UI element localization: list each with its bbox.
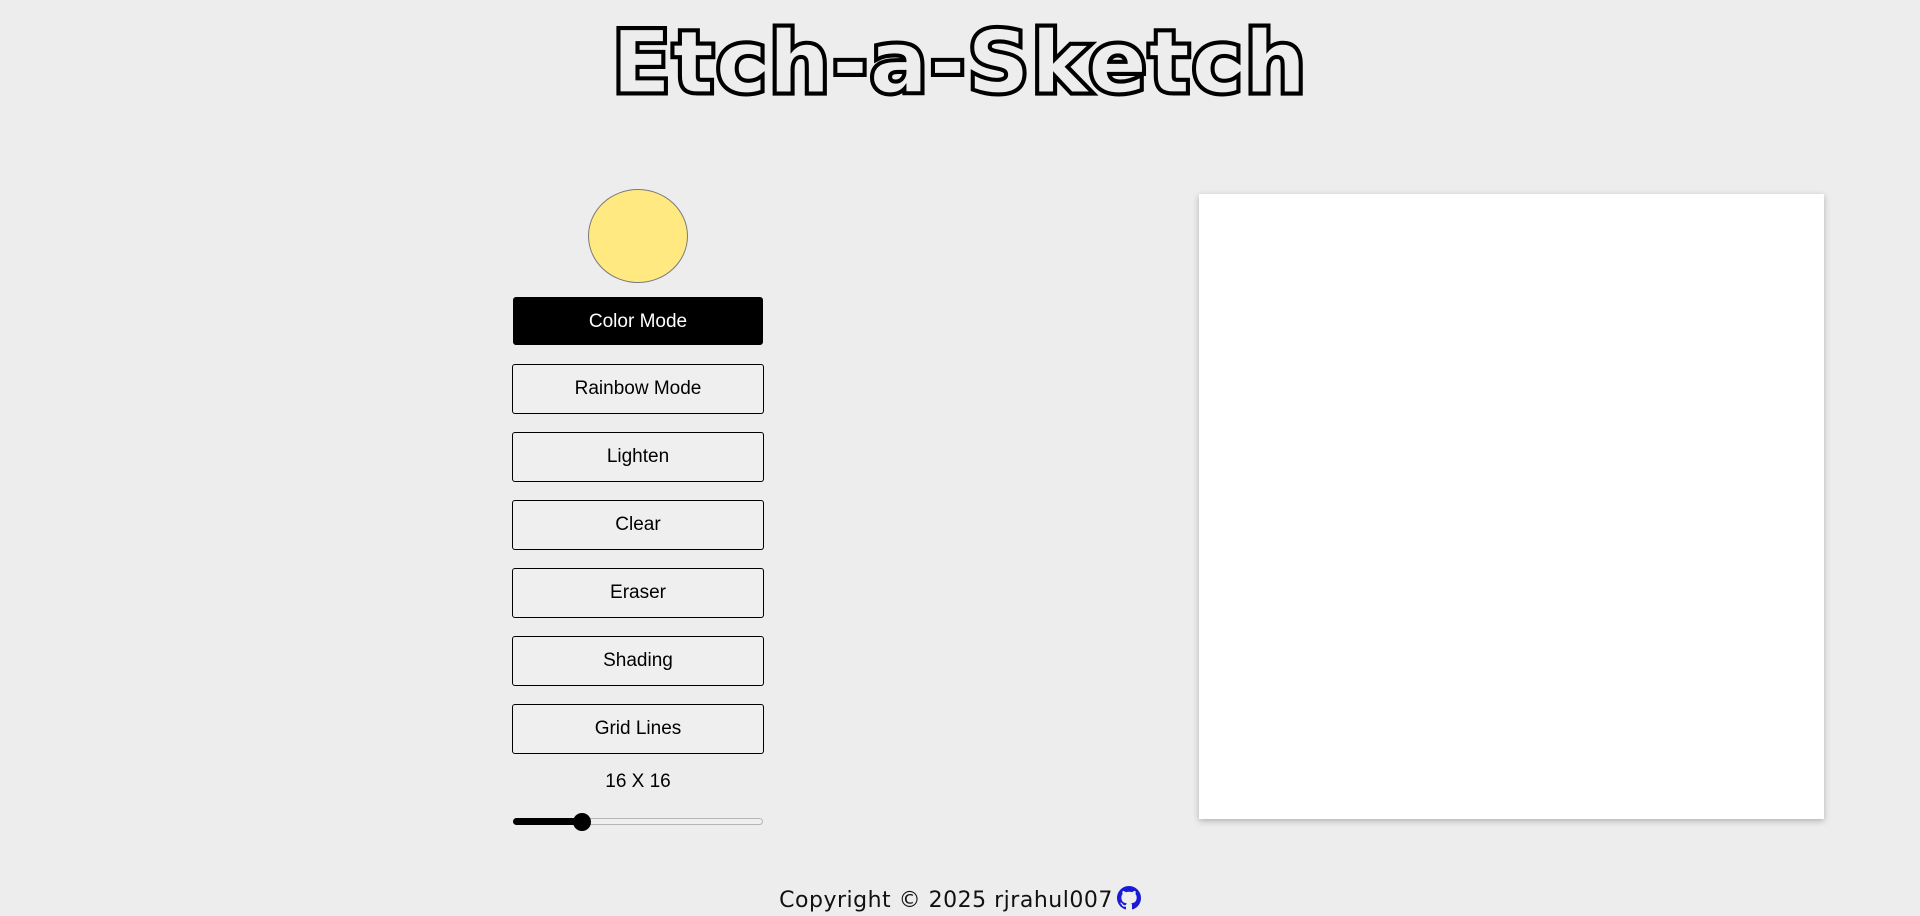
- rainbow-mode-button[interactable]: Rainbow Mode: [512, 364, 764, 414]
- slider-fill: [513, 818, 582, 825]
- title-text-outline: Etch-a-Sketch: [612, 14, 1308, 104]
- app-page: Etch-a-Sketch Etch-a-Sketch Color Mode R…: [0, 0, 1920, 916]
- eraser-button[interactable]: Eraser: [512, 568, 764, 618]
- grid-size-label: 16 X 16: [605, 771, 671, 792]
- color-picker[interactable]: [588, 189, 688, 283]
- copyright-text: Copyright © 2025 rjrahul007: [779, 888, 1113, 913]
- color-mode-button[interactable]: Color Mode: [513, 297, 763, 345]
- footer: Copyright © 2025 rjrahul007: [0, 886, 1920, 916]
- shading-button[interactable]: Shading: [512, 636, 764, 686]
- slider-thumb[interactable]: [573, 813, 591, 831]
- lighten-button[interactable]: Lighten: [512, 432, 764, 482]
- page-title: Etch-a-Sketch Etch-a-Sketch: [0, 14, 1920, 104]
- controls-panel: Color Mode Rainbow Mode Lighten Clear Er…: [512, 189, 764, 832]
- grid-lines-button[interactable]: Grid Lines: [512, 704, 764, 754]
- github-icon[interactable]: [1116, 886, 1141, 916]
- drawing-canvas[interactable]: [1199, 194, 1824, 819]
- clear-button[interactable]: Clear: [512, 500, 764, 550]
- grid-size-slider[interactable]: [513, 812, 763, 832]
- title-logo: Etch-a-Sketch Etch-a-Sketch: [609, 14, 1310, 104]
